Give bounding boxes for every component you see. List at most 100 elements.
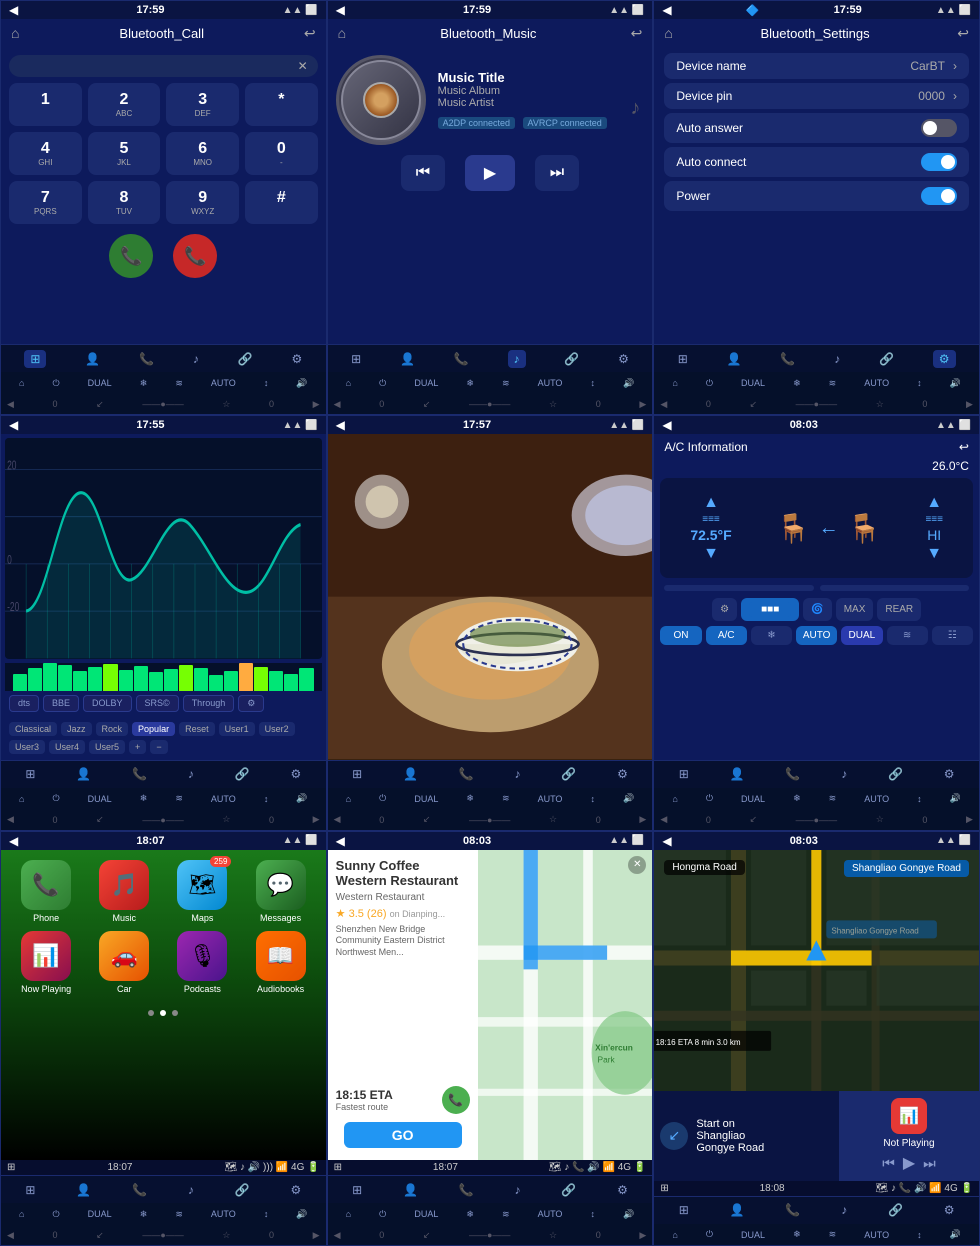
maps-app-icon[interactable]: 🗺 259: [177, 860, 227, 910]
dial-2[interactable]: 2ABC: [88, 83, 161, 126]
power-icon[interactable]: ⏻: [706, 793, 713, 804]
ac-grid-btn[interactable]: ☷: [932, 626, 973, 645]
back-btn-hvac[interactable]: ◀: [7, 1230, 14, 1241]
back-btn-hvac[interactable]: ◀: [7, 814, 14, 825]
ac-on-btn[interactable]: ON: [660, 626, 701, 645]
back-arrow-icon[interactable]: ◀: [336, 3, 345, 17]
volume-icon[interactable]: 🔊: [623, 378, 634, 389]
nav-gear-icon[interactable]: ⚙: [618, 352, 629, 366]
ac-auto-btn[interactable]: AUTO: [796, 626, 837, 645]
arrows-icon[interactable]: ↕: [590, 1209, 595, 1219]
fwd-btn-hvac[interactable]: ▶: [639, 814, 646, 825]
arrows-icon[interactable]: ↕: [917, 378, 922, 388]
hvac-icon2[interactable]: ☆: [222, 1230, 230, 1241]
go-button[interactable]: GO: [344, 1122, 462, 1148]
home-icon[interactable]: ⌂: [11, 25, 19, 41]
now-playing-app-icon[interactable]: 📊: [21, 931, 71, 981]
home-small-icon[interactable]: ⌂: [672, 1230, 677, 1240]
back-btn-hvac[interactable]: ◀: [334, 1230, 341, 1241]
nav-user-icon[interactable]: 👤: [730, 767, 745, 781]
back-arrow-icon[interactable]: ◀: [9, 418, 18, 432]
back-icon[interactable]: ↩: [304, 25, 316, 42]
ac-rear-btn[interactable]: REAR: [877, 598, 921, 621]
hvac-icon1[interactable]: ↙: [96, 399, 104, 410]
volume-icon[interactable]: 🔊: [296, 1209, 307, 1220]
dial-1[interactable]: 1: [9, 83, 82, 126]
preset-remove[interactable]: −: [150, 740, 167, 754]
preset-user1[interactable]: User1: [219, 722, 255, 736]
grid-icon[interactable]: ⊞: [660, 1183, 668, 1194]
nav-user-icon[interactable]: 👤: [727, 352, 742, 366]
fan-icon[interactable]: ≋: [502, 1209, 510, 1220]
dial-7[interactable]: 7PQRS: [9, 181, 82, 224]
volume-icon[interactable]: 🔊: [296, 378, 307, 389]
power-icon[interactable]: ⏻: [706, 1229, 713, 1240]
call-nav-btn[interactable]: 📞: [442, 1086, 470, 1114]
hvac-icon2[interactable]: ☆: [549, 399, 557, 410]
home-icon[interactable]: ⌂: [338, 25, 346, 41]
arrows-icon[interactable]: ↕: [264, 1209, 269, 1219]
preset-user5[interactable]: User5: [89, 740, 125, 754]
snowflake-icon[interactable]: ❄: [466, 1209, 474, 1220]
preset-classical[interactable]: Classical: [9, 722, 57, 736]
fwd-btn-hvac[interactable]: ▶: [966, 399, 973, 410]
nav-user-icon[interactable]: 👤: [76, 1183, 91, 1197]
up-arrow-right-icon[interactable]: ▲: [926, 494, 942, 512]
preset-popular[interactable]: Popular: [132, 722, 175, 736]
dial-4[interactable]: 4GHI: [9, 132, 82, 175]
volume-icon[interactable]: 🔊: [950, 378, 961, 389]
fwd-btn-hvac[interactable]: ▶: [313, 814, 320, 825]
back-icon[interactable]: ↩: [631, 25, 643, 42]
down-arrow-icon[interactable]: ▼: [703, 545, 719, 563]
ac-windshield-btn[interactable]: ≋: [887, 626, 928, 645]
dial-3[interactable]: 3DEF: [166, 83, 239, 126]
power-row[interactable]: Power: [664, 181, 969, 211]
fan-icon[interactable]: ≋: [502, 378, 510, 389]
power-icon[interactable]: ⏻: [706, 378, 713, 389]
nav-gear-icon[interactable]: ⚙: [617, 1183, 628, 1197]
nav-phone-icon[interactable]: 📞: [132, 1183, 147, 1197]
through-btn[interactable]: Through: [183, 695, 235, 712]
page-dot-1[interactable]: [148, 1010, 154, 1016]
back-btn-hvac[interactable]: ◀: [334, 399, 341, 410]
nav-user-icon[interactable]: 👤: [403, 767, 418, 781]
hvac-icon2[interactable]: ☆: [222, 814, 230, 825]
preset-rock[interactable]: Rock: [96, 722, 129, 736]
volume-icon[interactable]: 🔊: [950, 793, 961, 804]
nav-music-icon[interactable]: ♪: [508, 350, 526, 368]
ac-ac-btn[interactable]: A/C: [706, 626, 747, 645]
home-icon[interactable]: ⌂: [664, 25, 672, 41]
nav-music-icon[interactable]: ♪: [193, 352, 199, 366]
volume-icon[interactable]: 🔊: [296, 793, 307, 804]
power-icon[interactable]: ⏻: [379, 793, 386, 804]
power-icon[interactable]: ⏻: [379, 378, 386, 389]
phone-app-icon[interactable]: 📞: [21, 860, 71, 910]
device-pin-row[interactable]: Device pin 0000 ›: [664, 83, 969, 109]
back-btn-hvac[interactable]: ◀: [660, 399, 667, 410]
home-small-icon[interactable]: ⌂: [19, 1209, 24, 1219]
fan-icon[interactable]: ≋: [829, 793, 837, 804]
preset-reset[interactable]: Reset: [179, 722, 215, 736]
snowflake-icon[interactable]: ❄: [140, 1209, 148, 1220]
hvac-slider[interactable]: ——●——: [469, 399, 510, 409]
ac-defrost-btn[interactable]: ❄: [751, 626, 792, 645]
home-small-icon[interactable]: ⌂: [19, 794, 24, 804]
fwd-btn-hvac[interactable]: ▶: [639, 399, 646, 410]
nav-grid-icon[interactable]: ⊞: [679, 1203, 689, 1217]
dolby-btn[interactable]: DOLBY: [83, 695, 132, 712]
nav-link-icon[interactable]: 🔗: [561, 1183, 576, 1197]
arrows-icon[interactable]: ↕: [264, 794, 269, 804]
arrows-icon[interactable]: ↕: [917, 1230, 922, 1240]
app-audiobooks[interactable]: 📖 Audiobooks: [245, 931, 315, 994]
hvac-icon2[interactable]: ☆: [549, 814, 557, 825]
page-dot-2[interactable]: [160, 1010, 166, 1016]
nav-link-icon[interactable]: 🔗: [564, 352, 579, 366]
nav-gear-icon[interactable]: ⚙: [617, 767, 628, 781]
nav-user-icon[interactable]: 👤: [400, 352, 415, 366]
nav-music-icon[interactable]: ♪: [841, 1203, 847, 1217]
power-icon[interactable]: ⏻: [53, 1209, 60, 1220]
hvac-icon1[interactable]: ↙: [96, 1230, 104, 1241]
nav-phone-icon[interactable]: 📞: [459, 767, 474, 781]
snowflake-icon[interactable]: ❄: [793, 1229, 801, 1240]
hvac-icon2[interactable]: ☆: [876, 399, 884, 410]
